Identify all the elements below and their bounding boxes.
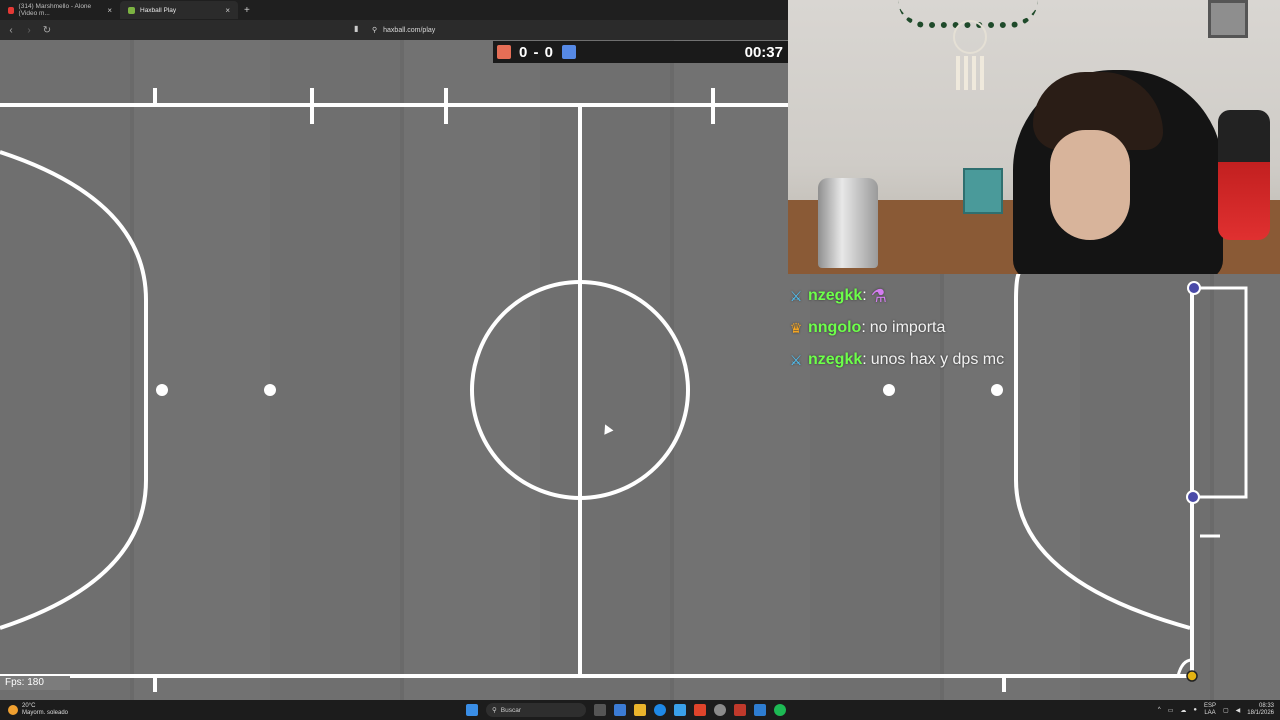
- reload-icon[interactable]: ↻: [40, 25, 54, 36]
- right-goal-net: [1195, 286, 1248, 499]
- clock[interactable]: 08:33 18/1/2026: [1247, 703, 1274, 717]
- sun-icon: [8, 705, 18, 715]
- sword-icon: ⚔: [789, 287, 803, 304]
- edge-icon[interactable]: [654, 704, 666, 716]
- taskbar-apps: ⚲ Buscar: [466, 700, 786, 720]
- penalty-spot-left-1: [156, 384, 168, 396]
- file-explorer-icon[interactable]: [634, 704, 646, 716]
- chat-username: nzegkk: [808, 287, 863, 304]
- chat-emote: ⚗: [870, 285, 887, 306]
- bookmark-icon[interactable]: ▮: [354, 24, 358, 33]
- weather-desc: Mayorm. soleado: [22, 710, 69, 716]
- windows-taskbar: 20°C Mayorm. soleado ⚲ Buscar ^ ▭ ☁ ● ES…: [0, 700, 1280, 720]
- lang-top: ESP: [1203, 703, 1216, 709]
- toy-box: [963, 168, 1003, 214]
- chat-username: nngolo: [808, 319, 862, 336]
- youtube-icon: [8, 6, 14, 14]
- chevron-up-icon[interactable]: ^: [1158, 707, 1161, 713]
- back-arrow-icon[interactable]: ‹: [4, 25, 18, 36]
- fps-counter: Fps: 180: [0, 676, 70, 690]
- speaker-icon[interactable]: ◀: [1236, 707, 1241, 714]
- calendar-icon[interactable]: [734, 704, 746, 716]
- microphone: [1218, 110, 1270, 240]
- dreamcatcher: [953, 20, 987, 54]
- tab-youtube[interactable]: (314) Marshmello - Alone (Video m... ×: [0, 1, 120, 19]
- forward-arrow-icon[interactable]: ›: [22, 25, 36, 36]
- app-icon[interactable]: [754, 704, 766, 716]
- sword-icon: ⚔: [789, 351, 803, 368]
- goal-post-bottom: [1186, 490, 1200, 504]
- haxball-icon: [128, 6, 135, 14]
- monitor-icon[interactable]: ▢: [1223, 707, 1229, 714]
- chat-username: nzegkk: [808, 351, 863, 368]
- search-icon: ⚲: [492, 707, 497, 714]
- right-penalty-area: [1014, 268, 1191, 630]
- url-text: haxball.com/play: [383, 26, 436, 34]
- red-team-icon: [497, 45, 511, 59]
- new-tab-button[interactable]: +: [244, 5, 250, 16]
- chat-message: ⚔ nzegkk : ⚗: [788, 280, 1028, 312]
- copilot-icon[interactable]: [614, 704, 626, 716]
- language-indicator[interactable]: ESP LAA: [1204, 703, 1216, 717]
- chat-text: unos hax y dps mc: [870, 351, 1005, 368]
- chat-separator: :: [862, 351, 867, 368]
- dreamcatcher-feathers: [956, 56, 984, 90]
- chat-line-cut: [788, 268, 1028, 280]
- chat-separator: :: [861, 319, 866, 336]
- network-icon[interactable]: ▭: [1168, 707, 1174, 714]
- score: 0 - 0: [519, 43, 555, 61]
- task-view-icon[interactable]: [594, 704, 606, 716]
- clock-date: 18/1/2026: [1247, 710, 1274, 716]
- search-placeholder: Buscar: [500, 706, 521, 714]
- goal-post-top: [1187, 281, 1201, 295]
- cloud-icon[interactable]: ☁: [1180, 707, 1186, 714]
- chat-message: ⚔ nzegkk : unos hax y dps mc: [788, 344, 1028, 376]
- system-tray: ^ ▭ ☁ ● ESP LAA ▢ ◀ 08:33 18/1/2026: [1158, 700, 1274, 720]
- penalty-spot-right-1: [883, 384, 895, 396]
- spotify-icon[interactable]: [774, 704, 786, 716]
- tab-label: (314) Marshmello - Alone (Video m...: [18, 3, 92, 17]
- corner-post: [1186, 670, 1198, 682]
- chat-separator: :: [862, 287, 867, 304]
- blue-team-icon: [562, 45, 577, 59]
- brave-icon[interactable]: [694, 704, 706, 716]
- chat-message: ♛ nngolo : no importa: [788, 312, 1028, 344]
- browser-tab-bar: (314) Marshmello - Alone (Video m... × H…: [0, 0, 788, 20]
- screen: (314) Marshmello - Alone (Video m... × H…: [0, 0, 1280, 720]
- left-penalty-area: [0, 150, 148, 630]
- penalty-spot-left-2: [264, 384, 276, 396]
- tab-haxball[interactable]: Haxball Play ×: [120, 1, 238, 19]
- webcam-overlay: [788, 0, 1280, 274]
- match-timer: 00:37: [744, 43, 783, 61]
- thermos-cup: [818, 178, 878, 268]
- weather-temp: 20°C: [22, 703, 36, 709]
- url-field[interactable]: ⚲ haxball.com/play: [372, 23, 435, 37]
- weather-widget[interactable]: 20°C Mayorm. soleado: [0, 703, 200, 717]
- store-icon[interactable]: [674, 704, 686, 716]
- settings-icon[interactable]: [714, 704, 726, 716]
- close-icon[interactable]: ×: [225, 6, 230, 15]
- mic-icon[interactable]: ●: [1193, 707, 1197, 713]
- stream-chat: ⚔ nzegkk : ⚗ ♛ nngolo : no importa ⚔ nze…: [788, 268, 1028, 376]
- windows-start-icon[interactable]: [466, 704, 478, 716]
- penalty-spot-right-2: [991, 384, 1003, 396]
- close-icon[interactable]: ×: [107, 6, 112, 15]
- address-bar: ‹ › ↻ ▮ ⚲ haxball.com/play: [0, 20, 788, 40]
- taskbar-search[interactable]: ⚲ Buscar: [486, 703, 586, 717]
- site-info-icon[interactable]: ⚲: [372, 26, 377, 34]
- scoreboard: 0 - 0 00:37: [493, 41, 788, 63]
- streamer-face: [1050, 130, 1130, 240]
- crown-icon: ♛: [789, 319, 803, 336]
- tab-label: Haxball Play: [140, 6, 177, 14]
- wall-picture: [1208, 0, 1248, 38]
- chat-text: no importa: [869, 319, 946, 336]
- clock-time: 08:33: [1258, 703, 1274, 709]
- lang-bottom: LAA: [1204, 710, 1216, 716]
